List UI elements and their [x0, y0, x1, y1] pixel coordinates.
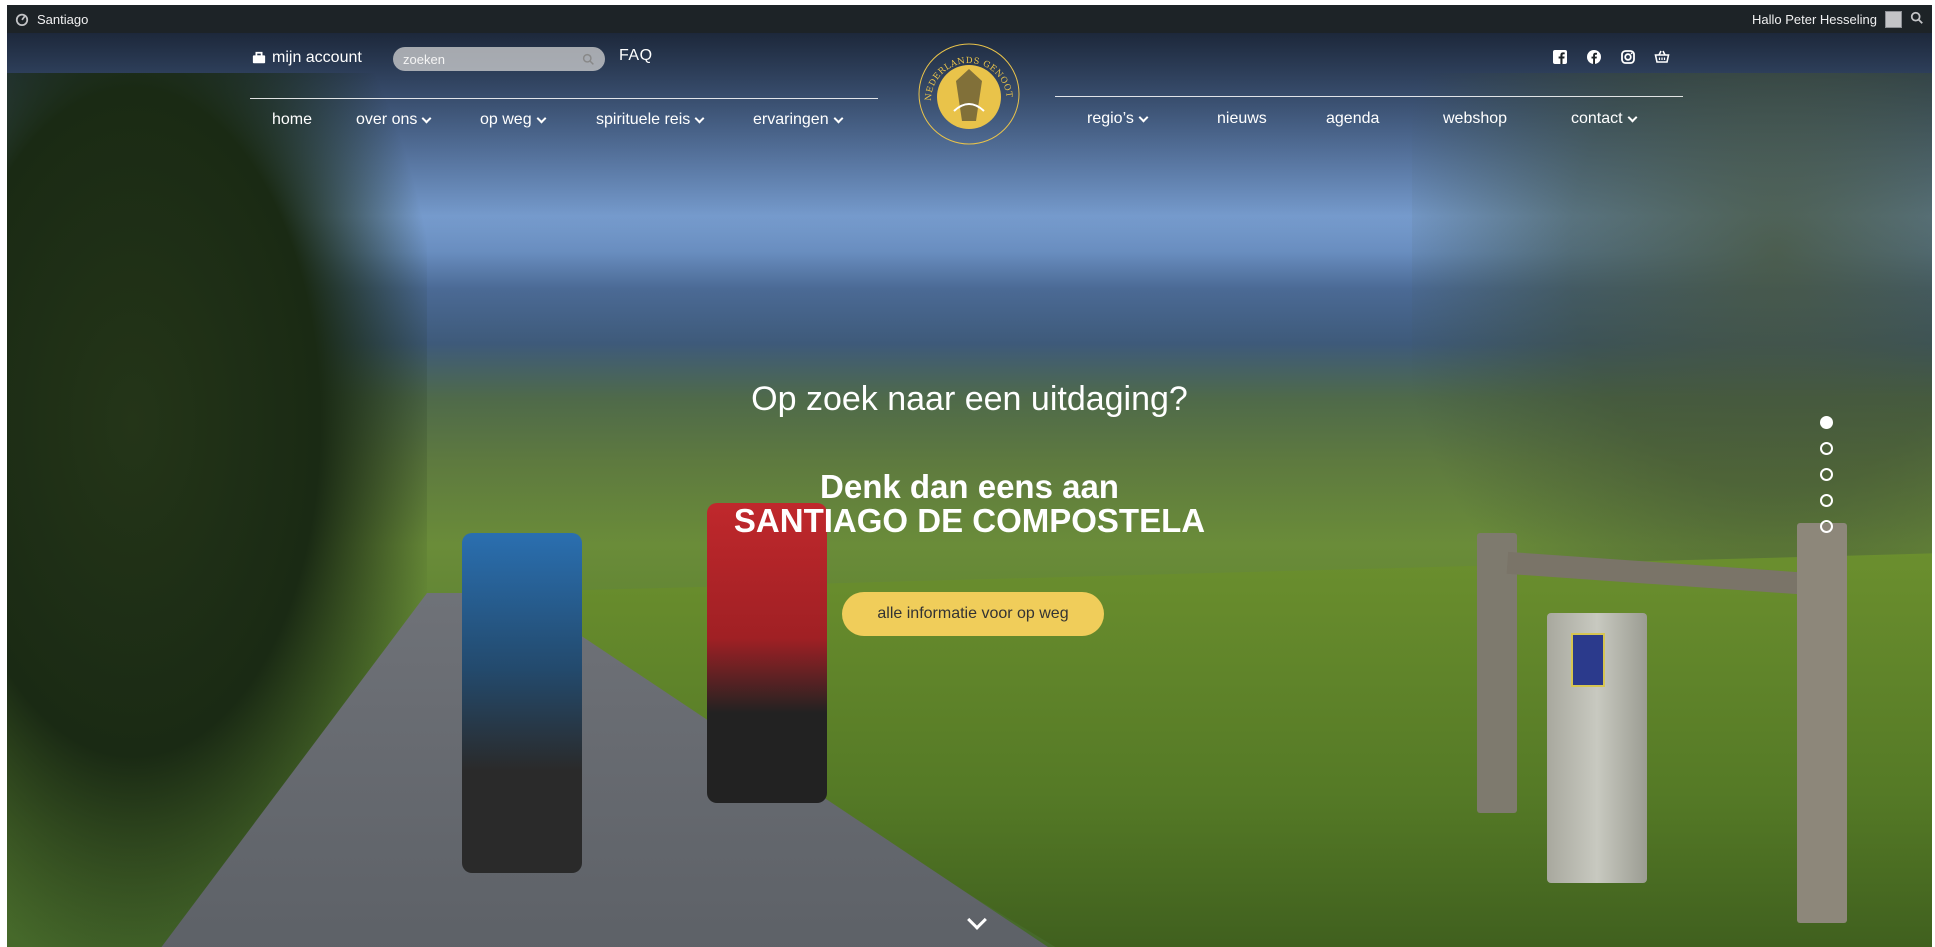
- chevron-down-icon: [1627, 112, 1638, 122]
- search-icon[interactable]: [1910, 11, 1924, 28]
- chevron-down-icon: [1138, 112, 1149, 122]
- fence-decoration: [1477, 523, 1917, 933]
- user-greeting[interactable]: Hallo Peter Hesseling: [1752, 12, 1877, 27]
- instagram-icon[interactable]: [1620, 49, 1636, 65]
- chevron-down-icon: [833, 113, 844, 123]
- chevron-down-icon: [536, 113, 547, 123]
- nav-item-regios[interactable]: regio’s: [1087, 110, 1217, 128]
- slider-dot-2[interactable]: [1820, 442, 1833, 455]
- hero-subtitle: Op zoek naar een uitdaging?: [751, 380, 1188, 418]
- hero-headline-line2: SANTIAGO DE COMPOSTELA: [733, 502, 1206, 539]
- header-divider-right: [1055, 96, 1683, 97]
- camino-marker-post: [1547, 613, 1647, 883]
- header-divider-left: [250, 98, 878, 99]
- basket-icon[interactable]: [1654, 49, 1670, 65]
- briefcase-icon: [252, 51, 266, 64]
- hero-headline-line1: Denk dan eens aan: [820, 468, 1119, 505]
- slider-dot-3[interactable]: [1820, 468, 1833, 481]
- account-label: mijn account: [272, 49, 362, 66]
- info-cta-button[interactable]: alle informatie voor op weg: [842, 592, 1104, 636]
- pilgrim-figure-left: [462, 533, 582, 873]
- facebook-square-icon[interactable]: [1552, 49, 1568, 65]
- slider-dot-5[interactable]: [1820, 520, 1833, 533]
- slider-dot-4[interactable]: [1820, 494, 1833, 507]
- admin-bar-right: Hallo Peter Hesseling: [1752, 10, 1924, 28]
- nav-item-op-weg[interactable]: op weg: [480, 111, 596, 129]
- chevron-down-icon: [421, 113, 432, 123]
- nav-item-home[interactable]: home: [272, 111, 356, 129]
- social-links: [1552, 49, 1670, 65]
- nav-item-webshop[interactable]: webshop: [1443, 110, 1571, 128]
- pilgrim-figure-right: [707, 503, 827, 803]
- nav-item-ervaringen[interactable]: ervaringen: [753, 111, 863, 129]
- dashboard-icon[interactable]: [15, 12, 29, 26]
- site-logo[interactable]: NEDERLANDS GENOOTSCHAP VAN SINT JACOB: [916, 41, 1022, 147]
- nav-item-agenda[interactable]: agenda: [1326, 110, 1443, 128]
- chevron-down-icon: [694, 113, 705, 123]
- main-nav-right: regio’s nieuws agenda webshop contact: [1087, 110, 1661, 128]
- avatar[interactable]: [1885, 10, 1902, 28]
- site-header: mijn account FAQ home over ons op weg sp…: [7, 33, 1932, 153]
- account-link[interactable]: mijn account: [252, 49, 362, 67]
- browser-viewport: Santiago Hallo Peter Hesseling mijn acco…: [7, 5, 1932, 947]
- slider-dots: [1820, 416, 1833, 533]
- search-box[interactable]: [393, 47, 605, 71]
- main-nav-left: home over ons op weg spirituele reis erv…: [272, 111, 863, 129]
- facebook-icon[interactable]: [1586, 49, 1602, 65]
- nav-item-over-ons[interactable]: over ons: [356, 111, 480, 129]
- site-name-link[interactable]: Santiago: [37, 12, 88, 27]
- nav-item-nieuws[interactable]: nieuws: [1217, 110, 1326, 128]
- search-icon[interactable]: [582, 53, 595, 66]
- nav-item-contact[interactable]: contact: [1571, 110, 1661, 128]
- nav-item-spirituele-reis[interactable]: spirituele reis: [596, 111, 753, 129]
- faq-link[interactable]: FAQ: [619, 47, 653, 65]
- scallop-shell-icon: [1571, 633, 1605, 687]
- admin-bar: Santiago Hallo Peter Hesseling: [7, 5, 1932, 33]
- admin-bar-left: Santiago: [15, 12, 88, 27]
- slider-dot-1[interactable]: [1820, 416, 1833, 429]
- search-input[interactable]: [403, 51, 563, 67]
